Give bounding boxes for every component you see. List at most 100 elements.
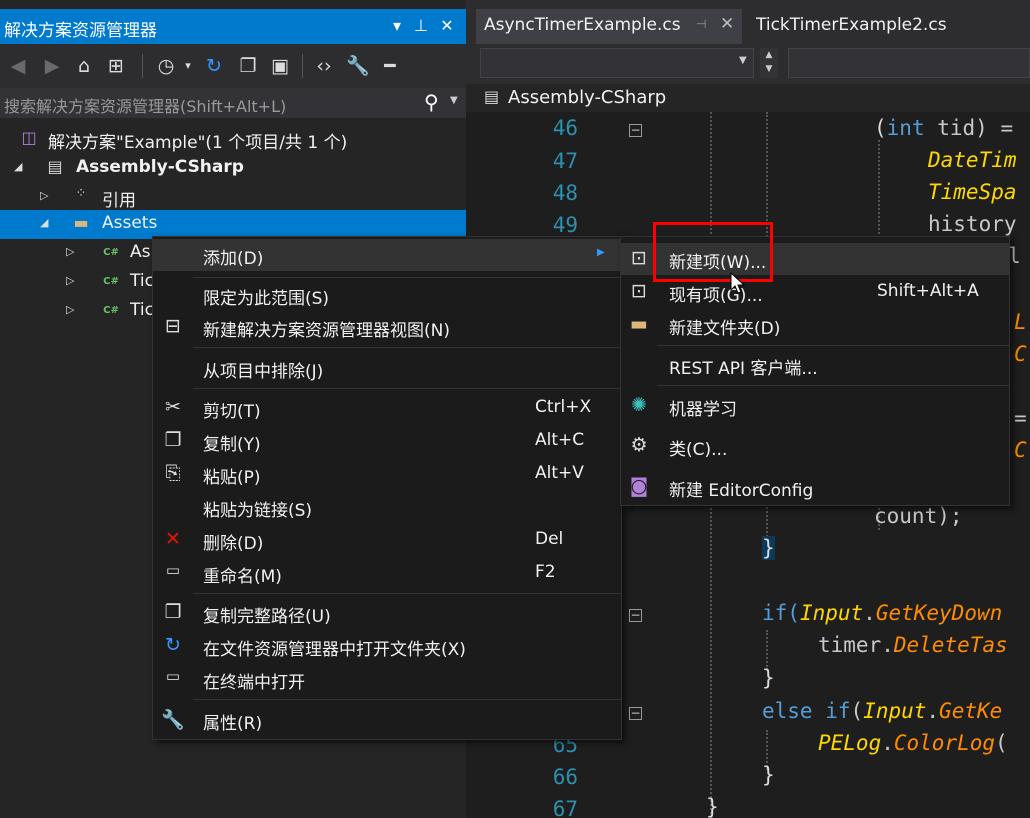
menu-item-paste[interactable]: ⎘ 粘贴(P) Alt+V (153, 458, 621, 490)
close-icon[interactable]: ✕ (436, 16, 458, 38)
line-number: 48 (552, 181, 578, 205)
tree-item-assets[interactable]: ◢ ▬ Assets (0, 210, 466, 239)
wrench-icon: 🔧 (161, 709, 185, 731)
code-line-timer: timer.DeleteTas (818, 633, 1008, 657)
code-line-count: count); (874, 504, 963, 528)
menu-item-copy[interactable]: ❐ 复制(Y) Alt+C (153, 425, 621, 457)
code-fragment: C (1014, 438, 1027, 462)
code-brace: } (762, 763, 775, 787)
refresh-folder-icon: ↻ (165, 634, 181, 656)
folder-icon: ▬ (73, 213, 89, 232)
expanded-arrow-icon[interactable]: ◢ (40, 216, 52, 229)
submenu-item-machine-learning[interactable]: ✺ 机器学习 (621, 390, 1009, 422)
pin-icon[interactable]: ⊥ (410, 16, 432, 38)
new-view-icon: ⊟ (165, 315, 181, 337)
solution-explorer-toolbar: ◀ ▶ ⌂ ⊞ ◷ ▾ ↻ ❐ ▣ ‹› 🔧 ━ (0, 44, 466, 88)
window-position-dropdown-icon[interactable]: ▾ (386, 16, 408, 38)
tab-tick-timer-example2[interactable]: TickTimerExample2.cs (748, 9, 1030, 44)
project-dropdown[interactable]: ▤ Assembly-CSharp (466, 84, 1030, 112)
csharp-project-icon: ▤ (484, 87, 500, 106)
menu-item-scope-to-this[interactable]: 限定为此范围(S) (153, 279, 621, 311)
code-fragment: C (1014, 342, 1027, 366)
menu-item-rename[interactable]: ▭ 重命名(M) F2 (153, 557, 621, 589)
collapsed-arrow-icon[interactable]: ▷ (66, 303, 78, 316)
ml-icon: ✺ (631, 394, 647, 416)
mouse-cursor-icon (730, 272, 746, 294)
menu-item-cut[interactable]: ✂ 剪切(T) Ctrl+X (153, 392, 621, 424)
switch-views-icon[interactable]: ⊞ (104, 54, 128, 78)
context-menu: 添加(D) ▶ 限定为此范围(S) ⊟ 新建解决方案资源管理器视图(N) 从项目… (152, 236, 622, 740)
collapsed-arrow-icon[interactable]: ▷ (66, 274, 78, 287)
menu-item-delete[interactable]: ✕ 删除(D) Del (153, 524, 621, 556)
existing-item-icon: ⊡ (631, 280, 647, 302)
line-number: 66 (552, 765, 578, 789)
line-number: 47 (552, 149, 578, 173)
code-brace: } (762, 666, 775, 690)
forward-icon[interactable]: ▶ (40, 54, 64, 78)
csharp-file-icon: C# (103, 276, 119, 287)
collapse-region-icon[interactable]: − (629, 707, 642, 720)
search-options-chevron-down-icon[interactable]: ▼ (450, 95, 458, 106)
solution-icon: ◫ (21, 128, 37, 147)
home-icon[interactable]: ⌂ (72, 54, 96, 78)
chevron-down-icon[interactable]: ▾ (176, 54, 200, 78)
menu-item-open-in-terminal[interactable]: ▭ 在终端中打开 (153, 663, 621, 695)
code-brace: } (706, 795, 719, 818)
preview-selected-icon[interactable]: ━ (378, 54, 402, 78)
menu-item-new-view[interactable]: ⊟ 新建解决方案资源管理器视图(N) (153, 311, 621, 343)
search-box[interactable]: 搜索解决方案资源管理器(Shift+Alt+L) ⚲ ▼ (0, 88, 466, 118)
new-item-icon: ⊡ (631, 247, 647, 269)
splitter-stepper[interactable]: ▲ ▼ (760, 48, 778, 78)
references-icon: ⁘ (75, 186, 87, 201)
code-line-48: TimeSpa (928, 180, 1017, 204)
submenu-arrow-icon: ▶ (597, 247, 605, 258)
copy-icon: ❐ (164, 429, 182, 451)
sync-icon[interactable]: ↻ (202, 54, 226, 78)
collapsed-arrow-icon[interactable]: ▷ (40, 189, 52, 202)
editor-tab-strip: AsyncTimerExample.cs ⊣ ✕ TickTimerExampl… (466, 0, 1030, 44)
menu-item-paste-as-link[interactable]: 粘贴为链接(S) (153, 491, 621, 523)
tab-async-timer-example[interactable]: AsyncTimerExample.cs ⊣ ✕ (476, 9, 742, 44)
submenu-item-new-folder[interactable]: ▬ 新建文件夹(D) (621, 309, 1009, 341)
collapse-region-icon[interactable]: − (629, 124, 642, 137)
delete-icon: ✕ (165, 528, 181, 550)
submenu-item-new-editorconfig[interactable]: ◙ 新建 EditorConfig (621, 471, 1009, 503)
pin-icon[interactable]: ⊣ (696, 17, 706, 31)
editorconfig-icon: ◙ (629, 475, 649, 497)
close-tab-icon[interactable]: ✕ (720, 14, 734, 34)
submenu-item-class[interactable]: ⚙ 类(C)... (621, 430, 1009, 462)
tree-item-solution[interactable]: ◫ 解决方案"Example"(1 个项目/共 1 个) (0, 125, 466, 154)
chevron-down-icon: ▼ (739, 55, 747, 66)
code-brace: } (762, 536, 775, 560)
member-dropdown[interactable] (788, 48, 1030, 78)
code-fragment: L (1014, 310, 1027, 334)
line-number: 46 (552, 116, 578, 140)
collapse-all-icon[interactable]: ❐ (236, 54, 260, 78)
properties-icon[interactable]: 🔧 (346, 54, 370, 78)
show-all-files-icon[interactable]: ▣ (268, 54, 292, 78)
paste-icon: ⎘ (165, 462, 181, 484)
collapsed-arrow-icon[interactable]: ▷ (66, 245, 78, 258)
line-number: 67 (552, 797, 578, 818)
menu-item-properties[interactable]: 🔧 属性(R) (153, 704, 621, 736)
collapse-region-icon[interactable]: − (629, 609, 642, 622)
menu-item-add[interactable]: 添加(D) ▶ (153, 239, 621, 271)
tree-item-assembly-csharp[interactable]: ◢ ▤ Assembly-CSharp (0, 154, 466, 183)
expanded-arrow-icon[interactable]: ◢ (14, 160, 26, 173)
tree-item-references[interactable]: ▷ ⁘ 引用 (0, 183, 466, 212)
csharp-file-icon: C# (103, 247, 119, 258)
new-folder-icon: ▬ (630, 313, 648, 335)
back-icon[interactable]: ◀ (6, 54, 30, 78)
menu-item-open-in-explorer[interactable]: ↻ 在文件资源管理器中打开文件夹(X) (153, 630, 621, 662)
pending-changes-filter-icon[interactable]: ◷ (154, 54, 178, 78)
submenu-item-rest-api-client[interactable]: REST API 客户端... (621, 349, 1009, 381)
terminal-icon: ▭ (165, 667, 181, 685)
type-dropdown[interactable]: ▼ (480, 48, 754, 78)
copy-path-icon: ❐ (164, 601, 182, 623)
menu-item-copy-full-path[interactable]: ❐ 复制完整路径(U) (153, 597, 621, 629)
search-input[interactable]: 搜索解决方案资源管理器(Shift+Alt+L) (4, 93, 286, 117)
search-icon[interactable]: ⚲ (424, 90, 439, 114)
menu-item-exclude[interactable]: 从项目中排除(J) (153, 352, 621, 384)
code-line-if: if(Input.GetKeyDown (762, 601, 1003, 625)
view-code-icon[interactable]: ‹› (312, 54, 336, 78)
